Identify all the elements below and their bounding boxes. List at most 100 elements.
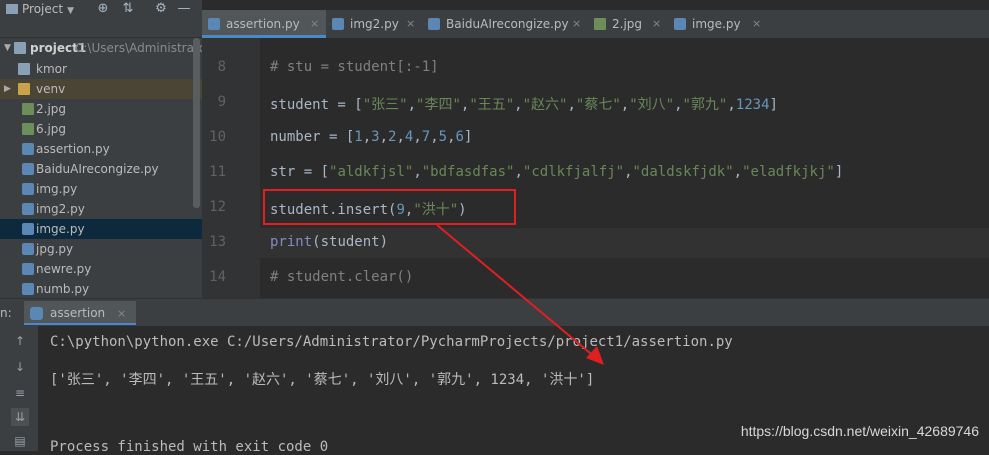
- python-file-icon: [22, 203, 34, 215]
- tab-imge[interactable]: imge.py ×: [668, 10, 768, 38]
- print-icon[interactable]: ▤: [11, 432, 29, 450]
- line-number: 10: [209, 129, 226, 145]
- hide-icon[interactable]: —: [176, 1, 192, 17]
- code-editor[interactable]: 8 # stu = student[:-1] 9 student = ["张三"…: [202, 38, 989, 298]
- close-icon[interactable]: ×: [572, 10, 581, 38]
- tree-item-img2[interactable]: img2.py: [0, 199, 202, 219]
- up-arrow-icon[interactable]: ↑: [11, 332, 29, 350]
- project-scrollbar[interactable]: [193, 38, 200, 208]
- python-file-icon: [428, 18, 440, 30]
- tree-item-label: numb.py: [36, 282, 90, 296]
- tree-item-numb[interactable]: numb.py: [0, 279, 202, 298]
- image-file-icon: [22, 123, 34, 135]
- close-icon[interactable]: ×: [652, 10, 661, 38]
- line-number: 11: [209, 164, 226, 180]
- project-title: Project: [22, 2, 64, 16]
- tree-item-kmor[interactable]: kmor: [0, 59, 202, 79]
- line-number: 13: [209, 234, 226, 250]
- run-tab-label: assertion: [50, 306, 106, 320]
- python-file-icon: [22, 243, 34, 255]
- tab-img2[interactable]: img2.py ×: [326, 10, 422, 38]
- gear-icon[interactable]: ⚙: [153, 1, 169, 17]
- tree-item-label: img2.py: [36, 202, 85, 216]
- tab-label: imge.py: [692, 17, 741, 31]
- folder-icon: [18, 63, 30, 75]
- folder-icon: [6, 4, 18, 14]
- console-command-line: C:\python\python.exe C:/Users/Administra…: [50, 334, 733, 350]
- tree-item-imge[interactable]: imge.py: [0, 219, 202, 239]
- highlight-box: [263, 189, 516, 225]
- tree-item-baidu[interactable]: BaiduAIrecongize.py: [0, 159, 202, 179]
- tab-2jpg[interactable]: 2.jpg ×: [588, 10, 668, 38]
- python-file-icon: [22, 223, 34, 235]
- line-number: 12: [209, 199, 226, 215]
- run-toolbar: ↑ ↓ ≡ ⇊ ▤: [0, 326, 38, 451]
- project-root-path: C:\Users\Administrato: [75, 41, 202, 55]
- soft-wrap-icon[interactable]: ≡: [11, 384, 29, 402]
- python-file-icon: [208, 18, 220, 30]
- run-tabbar: n: assertion ×: [0, 298, 989, 326]
- tab-run-assertion[interactable]: assertion ×: [24, 301, 137, 325]
- project-panel-header: Project ▼ ⊕ ⇅ ⚙ —: [0, 0, 202, 38]
- tree-item-jpg[interactable]: jpg.py: [0, 239, 202, 259]
- tab-label: img2.py: [350, 17, 399, 31]
- tab-label: assertion.py: [226, 17, 300, 31]
- tab-assertion[interactable]: assertion.py ×: [202, 10, 326, 38]
- close-icon[interactable]: ×: [310, 10, 319, 38]
- tree-item-img[interactable]: img.py: [0, 179, 202, 199]
- python-file-icon: [22, 283, 34, 295]
- collapse-icon[interactable]: ⇅: [120, 1, 136, 17]
- console-exit-line: Process finished with exit code 0: [50, 439, 329, 455]
- tree-item-label: imge.py: [36, 222, 85, 236]
- tree-item-assertion[interactable]: assertion.py: [0, 139, 202, 159]
- editor-tabs: assertion.py × img2.py × BaiduAIrecongiz…: [202, 10, 989, 38]
- code-line: student = ["张三","李四","王五","赵六","蔡七","刘八"…: [270, 97, 778, 113]
- tree-item-label: venv: [36, 82, 66, 96]
- folder-icon: [18, 83, 30, 95]
- tree-item-label: 6.jpg: [36, 122, 67, 136]
- tree-item-label: 2.jpg: [36, 102, 67, 116]
- python-icon: [30, 307, 43, 320]
- tree-item-6jpg[interactable]: 6.jpg: [0, 119, 202, 139]
- line-number: 14: [209, 269, 226, 285]
- tree-item-label: img.py: [36, 182, 78, 196]
- python-file-icon: [674, 18, 686, 30]
- tree-root-project1[interactable]: ▼ project1 C:\Users\Administrato: [0, 38, 202, 58]
- close-icon[interactable]: ×: [406, 10, 415, 38]
- project-view-dropdown[interactable]: Project ▼: [6, 0, 74, 18]
- image-file-icon: [594, 18, 606, 30]
- python-file-icon: [22, 183, 34, 195]
- python-file-icon: [22, 263, 34, 275]
- python-file-icon: [332, 18, 344, 30]
- python-file-icon: [22, 163, 34, 175]
- close-icon[interactable]: ×: [752, 10, 761, 38]
- close-icon[interactable]: ×: [117, 307, 126, 320]
- code-line: number = [1,3,2,4,7,5,6]: [270, 129, 473, 145]
- code-line: print(student): [270, 234, 389, 250]
- chevron-down-icon: ▼: [4, 43, 11, 53]
- tree-item-label: assertion.py: [36, 142, 110, 156]
- locate-icon[interactable]: ⊕: [95, 1, 111, 17]
- tree-item-label: jpg.py: [36, 242, 74, 256]
- tree-item-2jpg[interactable]: 2.jpg: [0, 99, 202, 119]
- tree-item-venv[interactable]: ▶ venv: [0, 79, 202, 99]
- chevron-right-icon: ▶: [4, 84, 11, 94]
- folder-icon: [14, 42, 26, 54]
- tab-label: 2.jpg: [612, 17, 643, 31]
- tree-item-label: kmor: [36, 62, 67, 76]
- watermark: https://blog.csdn.net/weixin_42689746: [740, 423, 979, 439]
- line-number: 9: [217, 94, 226, 110]
- image-file-icon: [22, 103, 34, 115]
- python-file-icon: [22, 143, 34, 155]
- tab-baidu[interactable]: BaiduAIrecongize.py ×: [422, 10, 588, 38]
- tree-item-label: newre.py: [36, 262, 92, 276]
- chevron-down-icon: ▼: [67, 6, 74, 16]
- run-prefix: n:: [0, 306, 12, 320]
- code-line: # student.clear(): [270, 269, 414, 285]
- down-arrow-icon[interactable]: ↓: [11, 358, 29, 376]
- tree-item-newre[interactable]: newre.py: [0, 259, 202, 279]
- scroll-to-end-icon[interactable]: ⇊: [11, 408, 29, 426]
- project-panel: Project ▼ ⊕ ⇅ ⚙ — ▼ project1 C:\Users\Adm…: [0, 0, 202, 298]
- tree-item-label: BaiduAIrecongize.py: [36, 162, 159, 176]
- code-line: str = ["aldkfjsl","bdfasdfas","cdlkfjalf…: [270, 164, 844, 180]
